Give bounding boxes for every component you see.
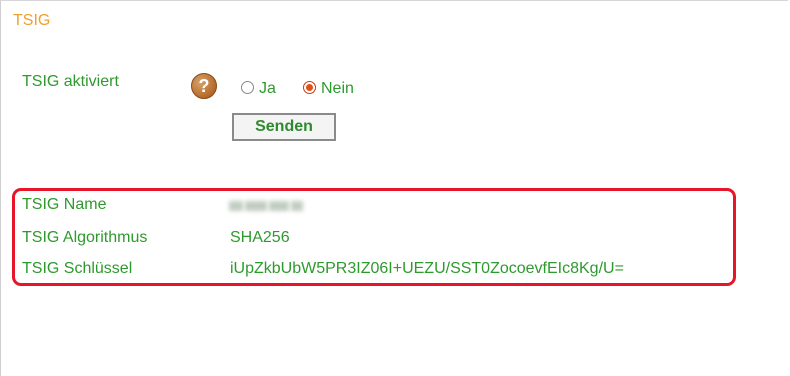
tsig-panel: TSIG TSIG aktiviert ? Ja Nein Senden TSI…: [0, 0, 788, 376]
tsig-enabled-label: TSIG aktiviert: [22, 73, 119, 90]
submit-button[interactable]: Senden: [232, 113, 336, 141]
help-icon[interactable]: ?: [191, 73, 217, 99]
tsig-name-label: TSIG Name: [22, 196, 107, 213]
tsig-algorithm-label: TSIG Algorithmus: [22, 229, 148, 246]
tsig-algorithm-value: SHA256: [230, 229, 290, 246]
radio-yes-label[interactable]: Ja: [259, 80, 276, 98]
radio-no[interactable]: [303, 81, 316, 94]
tsig-name-value-redacted: [229, 198, 305, 214]
tsig-key-value: iUpZkbUbW5PR3IZ06I+UEZU/SST0ZocoevfEIc8K…: [230, 260, 624, 277]
radio-no-label[interactable]: Nein: [321, 80, 354, 98]
section-title: TSIG: [13, 12, 51, 29]
tsig-key-label: TSIG Schlüssel: [22, 260, 133, 277]
radio-yes[interactable]: [241, 81, 254, 94]
